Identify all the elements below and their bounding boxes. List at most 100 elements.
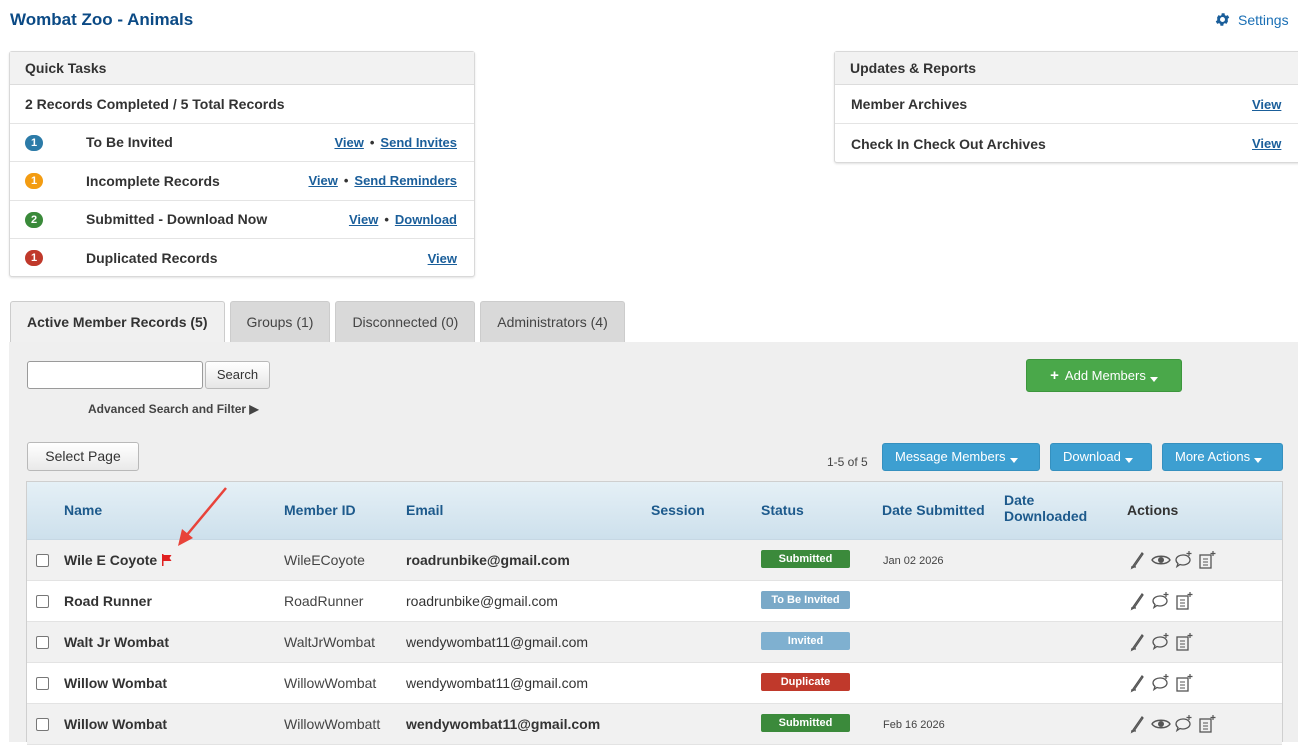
date-submitted: Feb 16 2026	[883, 719, 945, 731]
tab-groups[interactable]: Groups (1)	[229, 301, 331, 342]
view-link[interactable]: View	[428, 251, 457, 266]
caret-down-icon	[1149, 377, 1158, 382]
row-checkbox[interactable]	[36, 636, 49, 649]
col-member-id[interactable]: Member ID	[284, 502, 356, 518]
task-label: Incomplete Records	[86, 172, 220, 189]
tab-administrators[interactable]: Administrators (4)	[480, 301, 625, 342]
message-members-label: Message Members	[895, 449, 1006, 464]
row-checkbox[interactable]	[36, 718, 49, 731]
task-submitted: 2 Submitted - Download Now View • Download	[10, 201, 474, 239]
table-header: Name Member ID Email Session Status Date…	[27, 482, 1282, 540]
select-page-button[interactable]: Select Page	[27, 442, 139, 471]
caret-down-icon	[1009, 458, 1018, 463]
download-link[interactable]: Download	[395, 212, 457, 227]
edit-pen-icon[interactable]	[1128, 632, 1148, 652]
tab-active-member-records[interactable]: Active Member Records (5)	[10, 301, 225, 343]
task-duplicated-records: 1 Duplicated Records View	[10, 239, 474, 278]
download-label: Download	[1063, 449, 1121, 464]
add-comment-icon[interactable]	[1151, 673, 1171, 693]
member-id: RoadRunner	[284, 593, 364, 609]
search-button[interactable]: Search	[205, 361, 270, 389]
add-comment-icon[interactable]	[1151, 632, 1171, 652]
member-email: wendywombat11@gmail.com	[406, 634, 589, 650]
add-note-icon[interactable]	[1174, 591, 1194, 611]
edit-pen-icon[interactable]	[1128, 673, 1148, 693]
edit-pen-icon[interactable]	[1128, 591, 1148, 611]
col-date-downloaded-line1: Date	[1004, 492, 1035, 508]
member-id: WileECoyote	[284, 552, 365, 568]
settings-link[interactable]: Settings	[1214, 11, 1289, 28]
add-note-icon[interactable]	[1174, 673, 1194, 693]
caret-down-icon	[1124, 458, 1133, 463]
add-note-icon[interactable]	[1197, 714, 1217, 734]
status-badge: Duplicate	[761, 673, 850, 691]
checkin-archives-view-link[interactable]: View	[1252, 136, 1281, 151]
row-checkbox[interactable]	[36, 595, 49, 608]
member-id: WillowWombat	[284, 675, 377, 691]
member-email: roadrunbike@gmail.com	[406, 552, 570, 568]
message-members-button[interactable]: Message Members	[882, 443, 1040, 471]
col-date-submitted[interactable]: Date Submitted	[882, 502, 985, 518]
edit-pen-icon[interactable]	[1128, 550, 1148, 570]
add-comment-icon[interactable]	[1174, 550, 1194, 570]
send-reminders-link[interactable]: Send Reminders	[354, 173, 457, 188]
member-email: wendywombat11@gmail.com	[406, 716, 601, 732]
view-eye-icon[interactable]	[1151, 714, 1171, 734]
row-actions	[1128, 631, 1194, 653]
gear-icon	[1215, 13, 1230, 26]
col-date-downloaded[interactable]: Date Downloaded	[1004, 492, 1087, 524]
col-name[interactable]: Name	[64, 502, 102, 518]
tab-disconnected[interactable]: Disconnected (0)	[335, 301, 476, 342]
send-invites-link[interactable]: Send Invites	[380, 135, 457, 150]
view-link[interactable]: View	[334, 135, 363, 150]
table-row[interactable]: Willow Wombat WillowWombatt wendywombat1…	[27, 704, 1282, 745]
task-label: Submitted - Download Now	[86, 211, 268, 228]
table-row[interactable]: Willow Wombat WillowWombat wendywombat11…	[27, 663, 1282, 704]
add-members-label: Add Members	[1064, 368, 1146, 383]
more-actions-label: More Actions	[1175, 449, 1251, 464]
add-members-button[interactable]: + Add Members	[1026, 359, 1182, 392]
status-badge: Submitted	[761, 550, 850, 568]
col-actions: Actions	[1127, 502, 1179, 518]
table-row[interactable]: Walt Jr Wombat WaltJrWombat wendywombat1…	[27, 622, 1282, 663]
row-checkbox[interactable]	[36, 677, 49, 690]
col-session[interactable]: Session	[651, 502, 705, 518]
member-email: roadrunbike@gmail.com	[406, 593, 558, 609]
more-actions-button[interactable]: More Actions	[1162, 443, 1283, 471]
row-checkbox[interactable]	[36, 554, 49, 567]
record-count: 1-5 of 5	[827, 455, 868, 469]
member-name[interactable]: Wile E Coyote	[64, 552, 173, 568]
download-button[interactable]: Download	[1050, 443, 1152, 471]
view-link[interactable]: View	[349, 212, 378, 227]
member-name[interactable]: Road Runner	[64, 593, 152, 609]
add-comment-icon[interactable]	[1174, 714, 1194, 734]
table-row[interactable]: Road Runner RoadRunner roadrunbike@gmail…	[27, 581, 1282, 622]
add-comment-icon[interactable]	[1151, 591, 1171, 611]
count-badge: 1	[25, 134, 43, 151]
member-archives-view-link[interactable]: View	[1252, 97, 1281, 112]
add-note-icon[interactable]	[1197, 550, 1217, 570]
flag-icon	[162, 554, 172, 566]
col-status[interactable]: Status	[761, 502, 804, 518]
view-link[interactable]: View	[308, 173, 337, 188]
settings-label: Settings	[1238, 11, 1289, 28]
row-actions	[1128, 590, 1194, 612]
member-name[interactable]: Willow Wombat	[64, 675, 167, 691]
col-date-downloaded-line2: Downloaded	[1004, 508, 1088, 524]
member-email: wendywombat11@gmail.com	[406, 675, 589, 691]
edit-pen-icon[interactable]	[1128, 714, 1148, 734]
member-name[interactable]: Walt Jr Wombat	[64, 634, 169, 650]
search-input[interactable]	[27, 361, 203, 389]
member-name[interactable]: Willow Wombat	[64, 716, 167, 732]
records-content: Search Advanced Search and Filter ▶ + Add…	[9, 342, 1298, 745]
advanced-search-toggle[interactable]: Advanced Search and Filter ▶	[88, 402, 259, 416]
row-actions	[1128, 713, 1217, 735]
updates-reports-panel: Updates & Reports Member Archives View Ch…	[834, 51, 1298, 163]
table-row[interactable]: Wile E Coyote WileECoyote roadrunbike@gm…	[27, 540, 1282, 581]
count-badge: 1	[25, 250, 43, 266]
add-note-icon[interactable]	[1174, 632, 1194, 652]
col-email[interactable]: Email	[406, 502, 443, 518]
task-to-be-invited: 1 To Be Invited View • Send Invites	[10, 124, 474, 162]
status-badge: Submitted	[761, 714, 850, 732]
view-eye-icon[interactable]	[1151, 550, 1171, 570]
